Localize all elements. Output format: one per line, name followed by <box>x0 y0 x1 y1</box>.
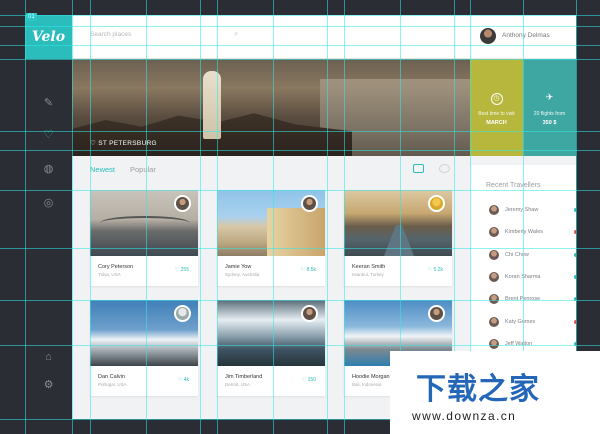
panel-title: Recent Travellers <box>486 182 541 189</box>
traveller-name: Brent Penrose <box>505 296 541 302</box>
card-location: Portugal, USA <box>98 382 127 387</box>
card-location: Tulsa, USA <box>98 272 121 277</box>
traveller-item[interactable]: Brent Penrose <box>489 294 576 306</box>
card-avatar[interactable] <box>174 305 191 322</box>
watermark-url: www.downza.cn <box>412 409 517 423</box>
status-dot <box>574 297 576 301</box>
map-view-icon[interactable] <box>439 164 450 173</box>
traveller-avatar <box>489 227 499 237</box>
card-avatar[interactable] <box>174 195 191 212</box>
place-card[interactable]: Dan Calvin Portugal, USA ♡ 4k <box>90 300 198 396</box>
traveller-avatar <box>489 294 499 304</box>
bag-icon[interactable]: ⌂ <box>42 351 55 364</box>
traveller-item[interactable]: Kimberly Wales <box>489 227 576 239</box>
canal-shape <box>384 225 414 256</box>
likes-count: 150 <box>307 377 316 383</box>
card-avatar[interactable] <box>301 305 318 322</box>
status-dot <box>574 230 576 234</box>
card-location: Sydney, Australia <box>225 272 260 277</box>
traveller-item[interactable]: Chi Chow <box>489 250 576 262</box>
best-time-label: Best time to visit <box>478 111 515 117</box>
watermark: 下载之家 www.downza.cn <box>390 351 600 434</box>
card-likes[interactable]: ♡ 8.5k <box>301 267 316 273</box>
card-likes[interactable]: ♡ 150 <box>302 377 316 383</box>
watermark-brand: 下载之家 <box>416 372 540 407</box>
tab-newest[interactable]: Newest <box>90 165 115 174</box>
status-dot <box>574 342 576 346</box>
gear-icon[interactable]: ⚙ <box>42 379 55 392</box>
user-name[interactable]: Anthony Delmas <box>502 32 550 39</box>
card-name[interactable]: Hoodie Morgan <box>352 374 390 380</box>
card-name[interactable]: Jim Timberland <box>225 374 262 380</box>
plane-icon: ✈ <box>545 92 554 102</box>
place-card[interactable]: Jamie Yow Sydney, Australia ♡ 8.5k <box>217 190 325 286</box>
flights-value: 350 $ <box>542 120 557 126</box>
status-dot <box>574 320 576 324</box>
card-location: Bali, Indonesia <box>352 382 382 387</box>
traveller-item[interactable]: Jeff Walton <box>489 339 576 351</box>
card-likes[interactable]: ♡ 5.2k <box>428 267 443 273</box>
likes-count: 5.2k <box>433 267 443 273</box>
card-name[interactable]: Dan Calvin <box>98 374 125 380</box>
traveller-avatar <box>489 272 499 282</box>
traveller-name: Koran Sharma <box>505 274 541 280</box>
compass-icon[interactable]: ◎ <box>42 197 55 210</box>
location-label: ST PETERSBURG <box>98 140 157 147</box>
traveller-item[interactable]: Jeremy Shaw <box>489 205 576 217</box>
clock-icon: ◷ <box>490 93 503 105</box>
card-avatar[interactable] <box>428 305 445 322</box>
card-location: Detroit, USA <box>225 382 251 387</box>
place-card[interactable]: Keeran Smith Istanbul, Turkey ♡ 5.2k <box>344 190 452 286</box>
status-dot <box>574 275 576 279</box>
user-avatar[interactable] <box>480 28 496 44</box>
heart-icon[interactable]: ♡ <box>42 129 55 142</box>
traveller-name: Jeff Walton <box>505 341 533 347</box>
bridge-shape <box>100 216 190 230</box>
traveller-name: Jeremy Shaw <box>505 207 539 213</box>
flights-label: 20 flights from <box>533 111 566 117</box>
app-logo[interactable]: Velo <box>25 15 72 59</box>
traveller-name: Chi Chow <box>505 252 529 258</box>
search-input[interactable]: Search places <box>90 31 131 38</box>
card-name[interactable]: Keeran Smith <box>352 264 385 270</box>
flights-tile[interactable]: ✈ 20 flights from 350 $ <box>523 59 576 156</box>
tab-popular[interactable]: Popular <box>130 165 156 174</box>
card-likes[interactable]: ♡ 255 <box>175 267 189 273</box>
top-bar: Search places ⌕ Anthony Delmas <box>72 15 576 59</box>
traveller-avatar <box>489 250 499 260</box>
traveller-name: Kimberly Wales <box>505 229 543 235</box>
card-avatar[interactable] <box>301 195 318 212</box>
card-name[interactable]: Jamie Yow <box>225 264 251 270</box>
best-time-value: MARCH <box>486 120 507 126</box>
card-avatar[interactable] <box>428 195 445 212</box>
frame-tag: 01 <box>26 13 37 21</box>
hero-banner: ♡ ST PETERSBURG <box>72 59 470 156</box>
likes-count: 255 <box>180 267 189 273</box>
traveller-item[interactable]: Katy Gomes <box>489 317 576 329</box>
hero-person <box>203 71 221 139</box>
status-dot <box>574 208 576 212</box>
traveller-avatar <box>489 205 499 215</box>
place-card[interactable]: Cory Peterson Tulsa, USA ♡ 255 <box>90 190 198 286</box>
status-dot <box>574 253 576 257</box>
sidebar: ✎ ♡ ◍ ◎ ⌂ ⚙ <box>25 59 72 419</box>
traveller-avatar <box>489 317 499 327</box>
best-time-tile[interactable]: ◷ Best time to visit MARCH <box>470 59 523 156</box>
card-name[interactable]: Cory Peterson <box>98 264 133 270</box>
grid-view-icon[interactable] <box>413 164 424 173</box>
globe-icon[interactable]: ◍ <box>42 163 55 176</box>
search-icon[interactable]: ⌕ <box>234 29 238 39</box>
hero-location[interactable]: ♡ ST PETERSBURG <box>90 139 157 147</box>
card-location: Istanbul, Turkey <box>352 272 384 277</box>
traveller-name: Katy Gomes <box>505 319 536 325</box>
traveller-avatar <box>489 339 499 349</box>
card-likes[interactable]: ♡ 4k <box>178 377 189 383</box>
building-shape <box>267 208 325 256</box>
place-card[interactable]: Jim Timberland Detroit, USA ♡ 150 <box>217 300 325 396</box>
likes-count: 8.5k <box>306 267 316 273</box>
likes-count: 4k <box>183 377 189 383</box>
pen-icon[interactable]: ✎ <box>42 97 55 110</box>
traveller-item[interactable]: Koran Sharma <box>489 272 576 284</box>
